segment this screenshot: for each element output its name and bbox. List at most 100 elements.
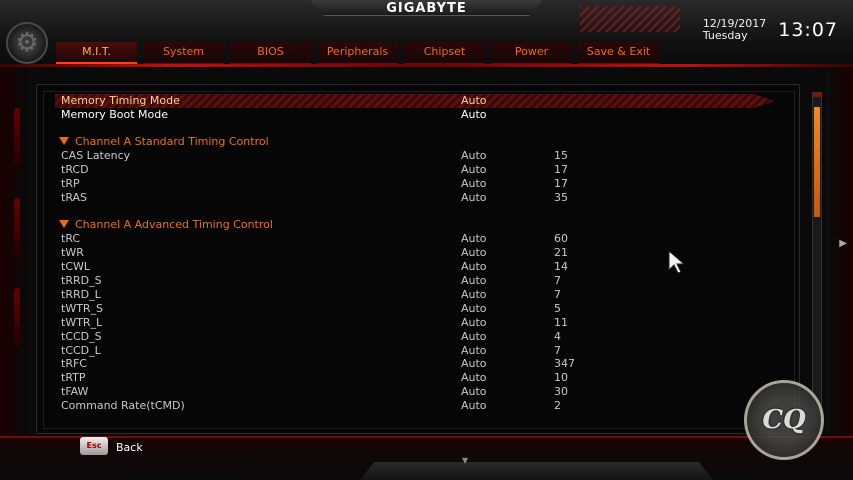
setting-row[interactable]: tCWL Auto 14 — [55, 260, 775, 274]
setting-label: tCCD_S — [61, 330, 102, 343]
setting-value: 15 — [554, 149, 568, 162]
setting-label: tRRD_S — [61, 274, 102, 287]
setting-mode[interactable]: Auto — [461, 177, 487, 191]
setting-mode[interactable]: Auto — [461, 316, 487, 330]
setting-value: 347 — [554, 357, 575, 370]
chevron-down-icon[interactable]: ▼ — [462, 456, 468, 465]
section-header: Channel A Standard Timing Control — [55, 135, 775, 149]
tab-m-i-t[interactable]: M.I.T. — [56, 42, 137, 64]
setting-mode[interactable]: Auto — [461, 302, 487, 316]
frame-notch — [14, 288, 20, 348]
setting-label: tRC — [61, 232, 81, 245]
setting-label: Memory Boot Mode — [61, 108, 169, 121]
gear-icon: ⚙ — [15, 28, 39, 58]
setting-mode[interactable]: Auto — [461, 163, 487, 177]
scrollbar-thumb[interactable] — [814, 107, 820, 217]
back-button[interactable]: Back — [116, 441, 143, 454]
setting-row[interactable]: tRCD Auto 17 — [55, 163, 775, 177]
setting-value: 35 — [554, 191, 568, 204]
setting-mode[interactable]: Auto — [461, 357, 487, 371]
setting-row[interactable]: tRFC Auto 347 — [55, 357, 775, 371]
setting-row[interactable]: tFAW Auto 30 — [55, 385, 775, 399]
tab-bios[interactable]: BIOS — [230, 42, 311, 64]
setting-row[interactable]: tRAS Auto 35 — [55, 191, 775, 205]
setting-value: 7 — [554, 344, 561, 357]
setting-row[interactable]: tWTR_L Auto 11 — [55, 316, 775, 330]
setting-row[interactable]: tWR Auto 21 — [55, 246, 775, 260]
setting-mode[interactable]: Auto — [461, 149, 487, 163]
setting-value: 4 — [554, 330, 561, 343]
settings-button[interactable]: ⚙ — [6, 22, 48, 64]
setting-value: 7 — [554, 288, 561, 301]
setting-row[interactable]: tCCD_S Auto 4 — [55, 330, 775, 344]
day: Tuesday — [702, 29, 748, 42]
top-red-edge — [0, 64, 853, 67]
setting-value: 30 — [554, 385, 568, 398]
setting-row[interactable]: tRP Auto 17 — [55, 177, 775, 191]
setting-row[interactable]: tWTR_S Auto 5 — [55, 302, 775, 316]
setting-label: tFAW — [61, 385, 89, 398]
setting-value: 17 — [554, 163, 568, 176]
setting-mode[interactable]: Auto — [461, 232, 487, 246]
setting-row[interactable]: tRC Auto 60 — [55, 232, 775, 246]
expand-right-icon[interactable]: ▶ — [839, 238, 847, 249]
setting-label: tRAS — [61, 191, 88, 204]
setting-value: 10 — [554, 371, 568, 384]
setting-value: 21 — [554, 246, 568, 259]
tab-system[interactable]: System — [143, 42, 224, 64]
setting-value: 5 — [554, 302, 561, 315]
setting-label: Memory Timing Mode — [61, 94, 180, 107]
setting-mode[interactable]: Auto — [461, 94, 487, 108]
setting-label: tRP — [61, 177, 80, 190]
setting-label: CAS Latency — [61, 149, 131, 162]
setting-row[interactable]: Memory Boot Mode Auto — [55, 108, 775, 122]
setting-label: tRRD_L — [61, 288, 101, 301]
left-frame — [0, 68, 30, 438]
setting-row[interactable]: tRRD_S Auto 7 — [55, 274, 775, 288]
tab-chipset[interactable]: Chipset — [404, 42, 485, 64]
brand-logo: GIGABYTE — [386, 1, 467, 16]
bottom-info-panel — [360, 462, 713, 480]
setting-mode[interactable]: Auto — [461, 371, 487, 385]
scrollbar[interactable] — [812, 92, 822, 422]
tab-peripherals[interactable]: Peripherals — [317, 42, 398, 64]
setting-row[interactable]: CAS Latency Auto 15 — [55, 149, 775, 163]
clock: 13:07 — [778, 19, 838, 41]
setting-row[interactable]: Command Rate(tCMD) Auto 2 — [55, 399, 775, 413]
setting-row[interactable]: tRTP Auto 10 — [55, 371, 775, 385]
right-frame: ▶ — [827, 68, 853, 438]
setting-row[interactable]: tCCD_L Auto 7 — [55, 344, 775, 358]
setting-label: tRFC — [61, 357, 87, 370]
frame-notch — [14, 108, 20, 168]
setting-value: 17 — [554, 177, 568, 190]
setting-row[interactable]: tRRD_L Auto 7 — [55, 288, 775, 302]
watermark-logo: CQ — [744, 380, 824, 460]
tab-bar: M.I.T. System BIOS Peripherals Chipset Power S… — [56, 42, 665, 64]
setting-mode[interactable]: Auto — [461, 344, 487, 358]
setting-label: Channel A Advanced Timing Control — [59, 218, 273, 232]
setting-mode[interactable]: Auto — [461, 330, 487, 344]
setting-mode[interactable]: Auto — [461, 399, 487, 413]
setting-label: tRCD — [61, 163, 89, 176]
setting-value: 2 — [554, 399, 561, 412]
esc-key-icon[interactable]: Esc — [80, 437, 108, 455]
setting-label: tRTP — [61, 371, 86, 384]
setting-mode[interactable]: Auto — [461, 108, 487, 122]
setting-mode[interactable]: Auto — [461, 191, 487, 205]
tab-save-exit[interactable]: Save & Exit — [578, 42, 659, 64]
date-block: 12/19/2017 Tuesday — [703, 18, 766, 42]
setting-label: Channel A Standard Timing Control — [59, 135, 269, 149]
section-header: Channel A Advanced Timing Control — [55, 218, 775, 232]
tab-power[interactable]: Power — [491, 42, 572, 64]
setting-mode[interactable]: Auto — [461, 385, 487, 399]
setting-value: 7 — [554, 274, 561, 287]
setting-mode[interactable]: Auto — [461, 260, 487, 274]
setting-mode[interactable]: Auto — [461, 288, 487, 302]
setting-mode[interactable]: Auto — [461, 274, 487, 288]
setting-row[interactable]: Memory Timing Mode Auto — [55, 94, 775, 108]
setting-label: tWTR_S — [61, 302, 104, 315]
setting-mode[interactable]: Auto — [461, 246, 487, 260]
datetime: 12/19/2017 Tuesday 13:07 — [703, 18, 838, 42]
scrollbar-cap — [813, 93, 821, 97]
frame-notch — [14, 198, 20, 258]
